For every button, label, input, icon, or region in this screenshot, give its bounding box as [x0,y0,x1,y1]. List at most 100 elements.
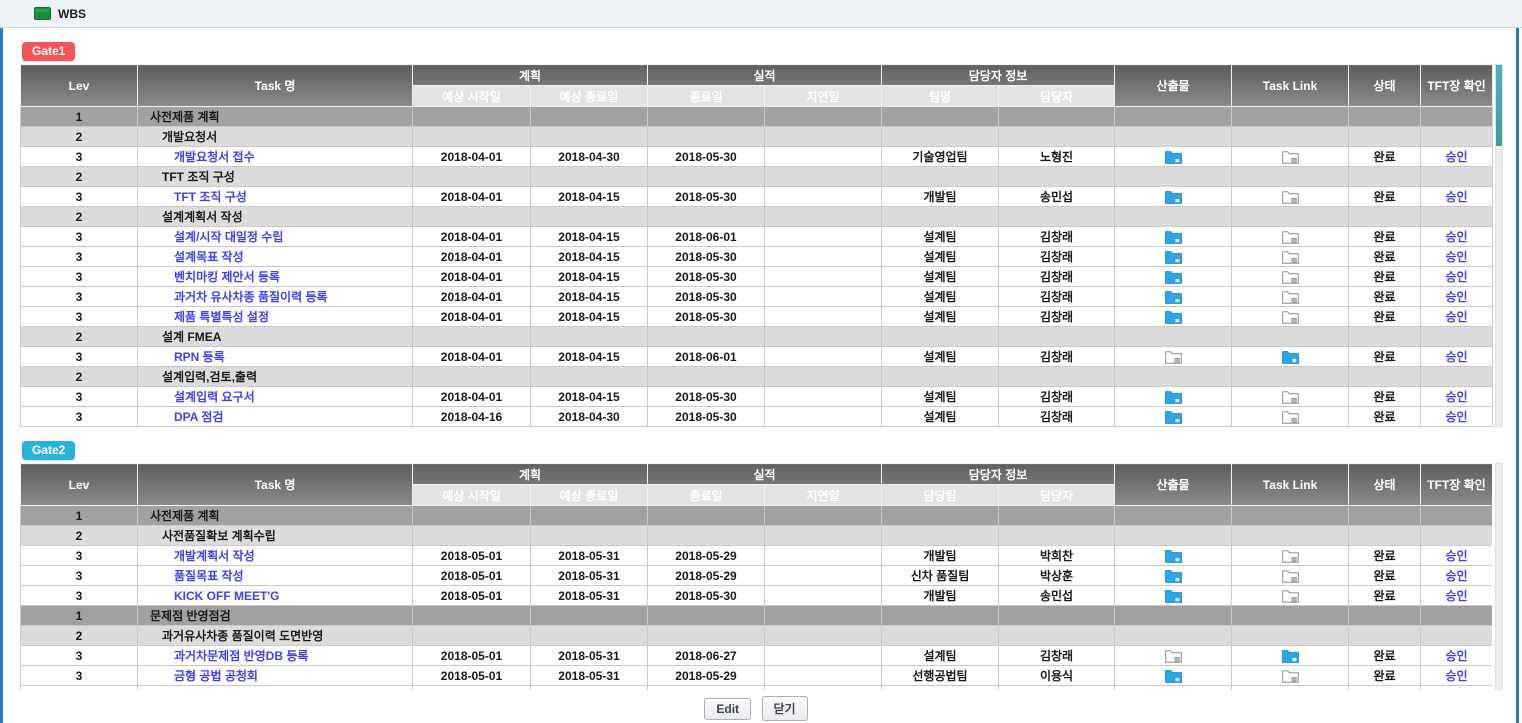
task-name-link[interactable]: 품질목표 작성 [174,569,244,583]
approve-link[interactable]: 승인 [1445,669,1467,683]
end-date-cell [648,107,765,127]
blue-folder-icon[interactable] [1165,290,1182,304]
end-date-cell: 2018-05-29 [648,546,765,566]
task-name-link[interactable]: 설계/시작 대일정 수립 [174,230,283,244]
blue-folder-icon[interactable] [1165,150,1182,164]
status-cell: 완료 [1349,646,1421,666]
table-vertical-scrollbar[interactable] [1495,463,1503,690]
plan-start-cell: 2018-04-01 [413,287,531,307]
gray-folder-icon[interactable] [1282,310,1299,324]
approve-link[interactable]: 승인 [1445,190,1467,204]
gray-folder-icon[interactable] [1282,270,1299,284]
task-name-link[interactable]: TFT 조직 구성 [174,190,247,204]
gray-folder-icon[interactable] [1282,569,1299,583]
confirm-cell [1421,127,1493,147]
deliverable-cell [1115,626,1232,646]
plan-start-cell: 2018-04-01 [413,227,531,247]
task-link-cell [1232,666,1349,686]
approve-link[interactable]: 승인 [1445,410,1467,424]
blue-folder-icon[interactable] [1282,649,1299,663]
blue-folder-icon[interactable] [1282,350,1299,364]
plan-end-cell: 2018-04-15 [531,267,648,287]
task-name-link[interactable]: 개발계획서 작성 [174,549,255,563]
gray-folder-icon[interactable] [1282,290,1299,304]
status-cell [1349,606,1421,626]
task-name-link[interactable]: 금형 공법 공청회 [174,669,258,683]
approve-link[interactable]: 승인 [1445,390,1467,404]
delay-cell [765,586,882,606]
task-name-link[interactable]: KICK OFF MEET'G [174,589,280,603]
approve-link[interactable]: 승인 [1445,290,1467,304]
plan-start-cell [413,626,531,646]
blue-folder-icon[interactable] [1165,669,1182,683]
gray-folder-icon[interactable] [1282,589,1299,603]
table-vertical-scrollbar[interactable] [1495,64,1503,427]
status-cell: 완료 [1349,227,1421,247]
task-name-link[interactable]: 개발요청서 접수 [174,150,255,164]
approve-link[interactable]: 승인 [1445,649,1467,663]
approve-link[interactable]: 승인 [1445,569,1467,583]
deliverable-cell [1115,546,1232,566]
approve-link[interactable]: 승인 [1445,589,1467,603]
task-name-link[interactable]: 벤치마킹 제안서 등록 [174,270,280,284]
approve-link[interactable]: 승인 [1445,150,1467,164]
col-header-end-date: 종료일 [648,485,765,506]
end-date-cell: 2018-05-30 [648,147,765,167]
owner-cell: 김창래 [999,347,1115,367]
blue-folder-icon[interactable] [1165,250,1182,264]
right-window-border [1516,28,1519,723]
blue-folder-icon[interactable] [1165,190,1182,204]
table-row: 3KICK OFF MEET'G2018-05-012018-05-312018… [21,586,1493,606]
end-date-cell [648,207,765,227]
task-name-link[interactable]: RPN 등록 [174,350,225,364]
task-name-link[interactable]: 과거차 유사차종 품질이력 등록 [174,290,328,304]
plan-start-cell: 2018-04-01 [413,387,531,407]
blue-folder-icon[interactable] [1165,549,1182,563]
task-name-link[interactable]: DPA 점검 [174,410,223,424]
plan-start-cell: 2018-04-01 [413,267,531,287]
gray-folder-icon[interactable] [1282,669,1299,683]
scrollbar-thumb[interactable] [1496,65,1502,146]
task-link-cell [1232,187,1349,207]
status-cell: 완료 [1349,267,1421,287]
blue-folder-icon[interactable] [1165,230,1182,244]
edit-button[interactable]: Edit [704,698,751,720]
blue-folder-icon[interactable] [1165,569,1182,583]
approve-link[interactable]: 승인 [1445,270,1467,284]
gray-folder-icon[interactable] [1282,250,1299,264]
gray-folder-icon[interactable] [1282,230,1299,244]
gray-folder-icon[interactable] [1282,150,1299,164]
blue-folder-icon[interactable] [1165,310,1182,324]
approve-link[interactable]: 승인 [1445,310,1467,324]
confirm-cell: 승인 [1421,407,1493,427]
gray-folder-icon[interactable] [1282,390,1299,404]
task-name-link[interactable]: 제품 특별특성 설정 [174,310,269,324]
lev-cell: 3 [21,307,138,327]
blue-folder-icon[interactable] [1165,589,1182,603]
gray-folder-icon[interactable] [1282,190,1299,204]
task-link-cell [1232,267,1349,287]
task-name-link[interactable]: 과거차문제점 반영DB 등록 [174,649,308,663]
col-header-team: 담당팀 [882,485,999,506]
blue-folder-icon[interactable] [1165,410,1182,424]
blue-folder-icon[interactable] [1165,390,1182,404]
gray-folder-icon[interactable] [1282,410,1299,424]
team-cell: 설계팀 [882,307,999,327]
approve-link[interactable]: 승인 [1445,350,1467,364]
confirm-cell: 승인 [1421,586,1492,606]
deliverable-cell [1115,526,1232,546]
approve-link[interactable]: 승인 [1445,250,1467,264]
group-header-owner-info: 담당자 정보 [882,65,1115,86]
plan-end-cell: 2018-05-31 [531,666,648,686]
blue-folder-icon[interactable] [1165,270,1182,284]
approve-link[interactable]: 승인 [1445,549,1467,563]
approve-link[interactable]: 승인 [1445,230,1467,244]
gray-folder-icon[interactable] [1165,649,1182,663]
confirm-cell [1421,107,1493,127]
task-name-link[interactable]: 설계입력 요구서 [174,390,255,404]
table-row: 3벤치마킹 제안서 등록2018-04-012018-04-152018-05-… [21,267,1493,287]
task-name-link[interactable]: 설계목표 작성 [174,250,244,264]
close-button[interactable]: 닫기 [762,696,808,721]
gray-folder-icon[interactable] [1165,350,1182,364]
gray-folder-icon[interactable] [1282,549,1299,563]
